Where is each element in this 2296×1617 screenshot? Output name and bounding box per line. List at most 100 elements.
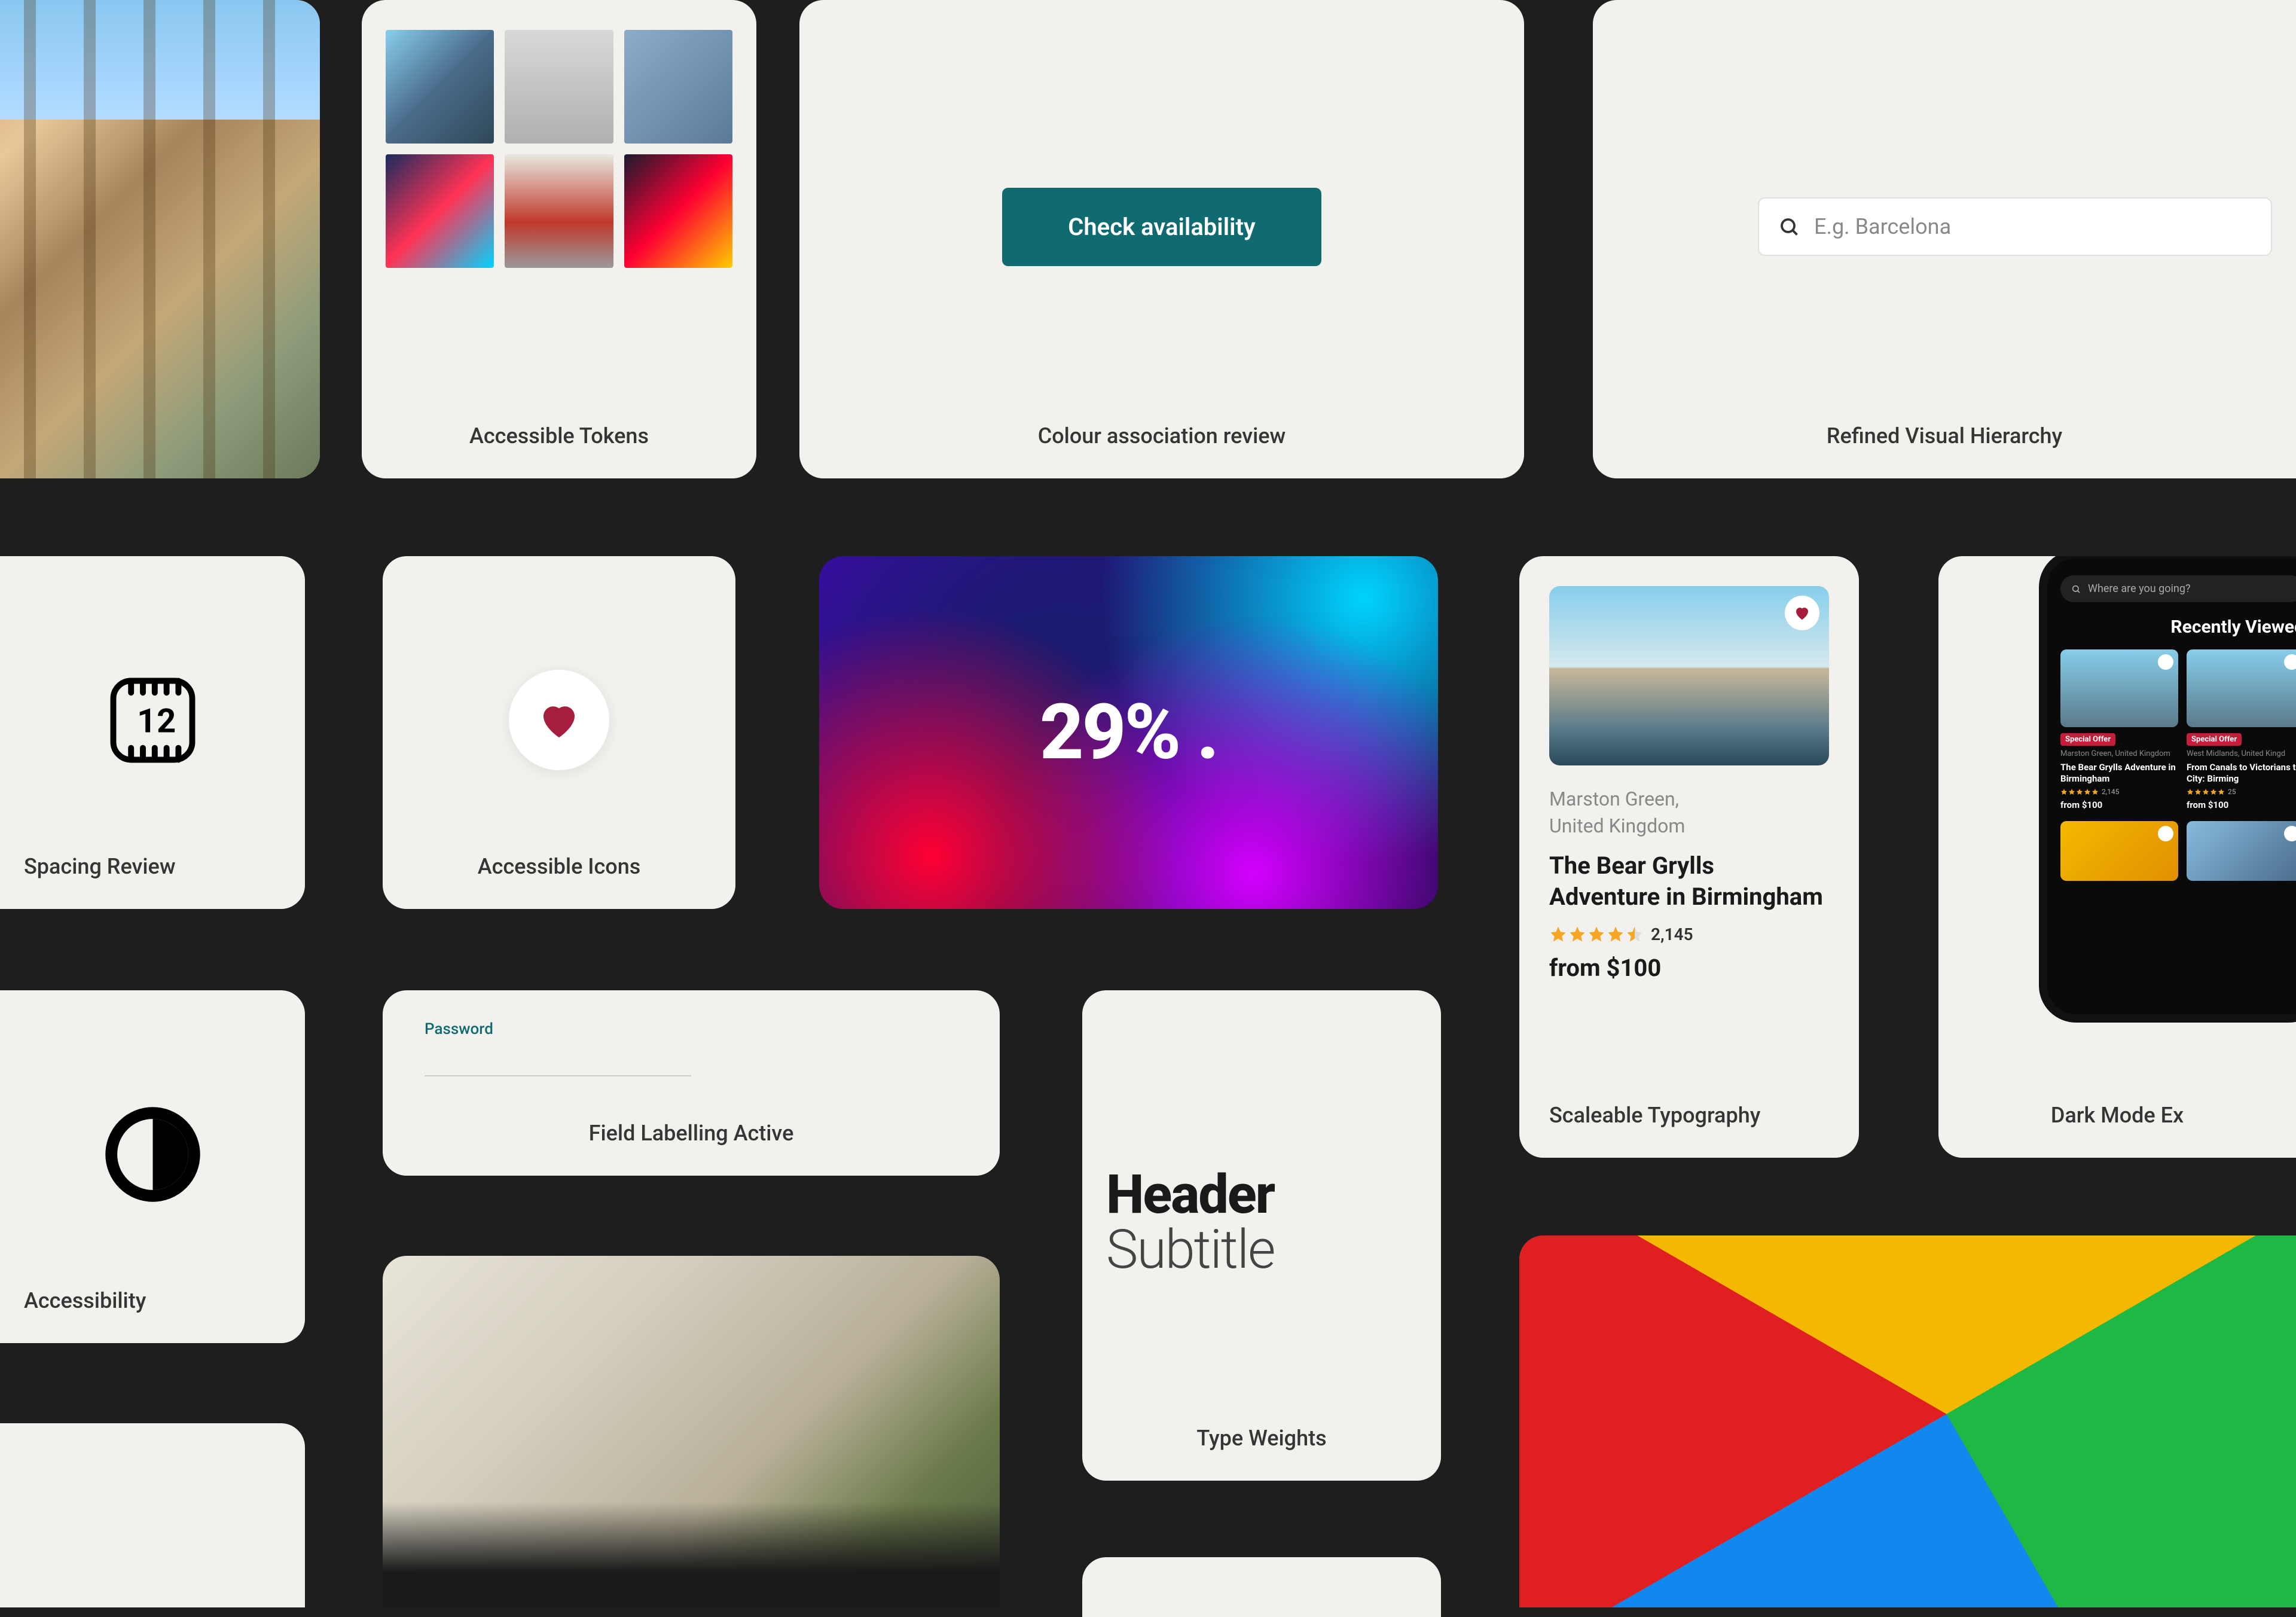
thumb-tokyo [386,154,494,268]
phone-listing-card[interactable] [2187,821,2296,881]
heart-icon [1793,604,1811,622]
special-offer-badge: Special Offer [2187,733,2242,746]
dark-mode-card: Where are you going? Recently Viewed Spe… [1938,556,2296,1158]
phone-listing-price: from $100 [2060,800,2178,810]
search-icon [2071,584,2081,594]
listing-price: from $100 [1549,954,1661,982]
sagrada-image-card [0,0,320,478]
favourite-button[interactable] [2158,654,2173,670]
phone-listing-image [2060,649,2178,727]
card-label: Type Weights [1196,1426,1326,1451]
svg-text:1: 1 [137,701,156,740]
kite-image-card [1519,1235,2296,1607]
card-label: Accessibility [24,1288,146,1313]
password-label: Password [425,1020,691,1038]
search-input[interactable] [1814,214,2252,239]
kite-image [1519,1235,2296,1607]
percent-value: 29% . [1040,688,1217,777]
accessible-tokens-card: Accessible Tokens [362,0,756,478]
star-icon [1568,925,1586,943]
phone-listing-location: West Midlands, United Kingd [2187,749,2296,759]
rating-row: 2,145 [1549,925,1693,944]
favourite-button[interactable] [2284,654,2296,670]
ruler-icon: 1 2 [103,671,202,770]
star-icon [1549,925,1567,943]
card-label: Scaleable Typography [1549,1103,1760,1128]
spacing-review-card: 1 2 Spacing Review [0,556,305,909]
visual-hierarchy-card: Refined Visual Hierarchy [1593,0,2296,478]
phone-listing-title: The Bear Grylls Adventure in Birmingham [2060,762,2178,785]
phone-listing-location: Marston Green, United Kingdom [2060,749,2178,759]
review-count: 2,145 [1651,925,1693,944]
favourite-button[interactable] [2158,826,2173,841]
card-label: Colour association review [1038,423,1286,449]
gradient-percent-card: 29% . [819,556,1438,909]
thumb-city [624,30,732,144]
favourite-button[interactable] [2284,826,2296,841]
colour-association-card: Check availability Colour association re… [799,0,1524,478]
blank-card [1082,1557,1441,1617]
building-image [383,1256,1000,1607]
star-icon [2210,788,2217,795]
phone-listing-card[interactable]: Special Offer Marston Green, United King… [2060,649,2178,810]
star-icon [2187,788,2194,795]
type-weights-card: Header Subtitle Type Weights [1082,990,1441,1481]
card-label: Refined Visual Hierarchy [1827,423,2062,449]
phone-rating: 25 [2187,788,2296,796]
recently-viewed-heading: Recently Viewed [2060,617,2296,637]
star-rating [1549,925,1644,943]
favourite-button[interactable] [1785,596,1819,630]
thumb-neon [624,154,732,268]
accessibility-card: Accessibility [0,990,305,1343]
phone-listing-price: from $100 [2187,800,2296,810]
listing-image [1549,586,1829,765]
image-grid [386,30,732,268]
card-label: Accessible Icons [478,854,641,879]
check-availability-button[interactable]: Check availability [1002,188,1321,266]
star-half-icon [1626,925,1644,943]
phone-listing-title: From Canals to Victorians to City: Birmi… [2187,762,2296,785]
phone-listing-card[interactable] [2060,821,2178,881]
search-icon [1778,216,1800,237]
search-field[interactable] [1758,197,2272,256]
svg-text:2: 2 [157,701,176,740]
special-offer-badge: Special Offer [2060,733,2115,746]
accessible-icons-card: Accessible Icons [383,556,735,909]
phone-search-placeholder: Where are you going? [2088,582,2190,595]
header-sample: Header [1106,1168,1274,1222]
password-input[interactable] [425,1043,691,1076]
blank-card [0,1423,305,1607]
field-labelling-card: Password Field Labelling Active [383,990,1000,1176]
star-icon [2076,788,2083,795]
listing-title: The Bear Grylls Adventure in Birmingham [1549,850,1829,913]
listing-location: Marston Green, United Kingdom [1549,786,1685,840]
thumb-fuji [386,30,494,144]
star-icon [1587,925,1605,943]
phone-listing-image [2187,649,2296,727]
star-icon [2092,788,2099,795]
card-label: Field Labelling Active [589,1121,794,1146]
thumb-london [505,154,613,268]
star-icon [2084,788,2091,795]
star-icon [2060,788,2068,795]
heart-button[interactable] [509,670,609,770]
star-icon [2218,788,2225,795]
phone-search-field[interactable]: Where are you going? [2060,575,2296,602]
star-icon [2202,788,2209,795]
phone-mockup: Where are you going? Recently Viewed Spe… [2039,556,2296,1023]
phone-rating: 2,145 [2060,788,2178,796]
scaleable-typography-card: Marston Green, United Kingdom The Bear G… [1519,556,1859,1158]
sagrada-image [0,0,320,478]
card-label: Accessible Tokens [469,423,649,449]
subtitle-sample: Subtitle [1106,1222,1275,1279]
star-icon [1607,925,1625,943]
card-label: Spacing Review [24,854,176,879]
heart-icon [536,697,582,743]
star-icon [2194,788,2202,795]
star-icon [2068,788,2075,795]
phone-listing-card[interactable]: Special Offer West Midlands, United King… [2187,649,2296,810]
building-image-card [383,1256,1000,1607]
card-label: Dark Mode Ex [2051,1103,2184,1128]
thumb-eiffel [505,30,613,144]
contrast-icon [103,1105,202,1204]
